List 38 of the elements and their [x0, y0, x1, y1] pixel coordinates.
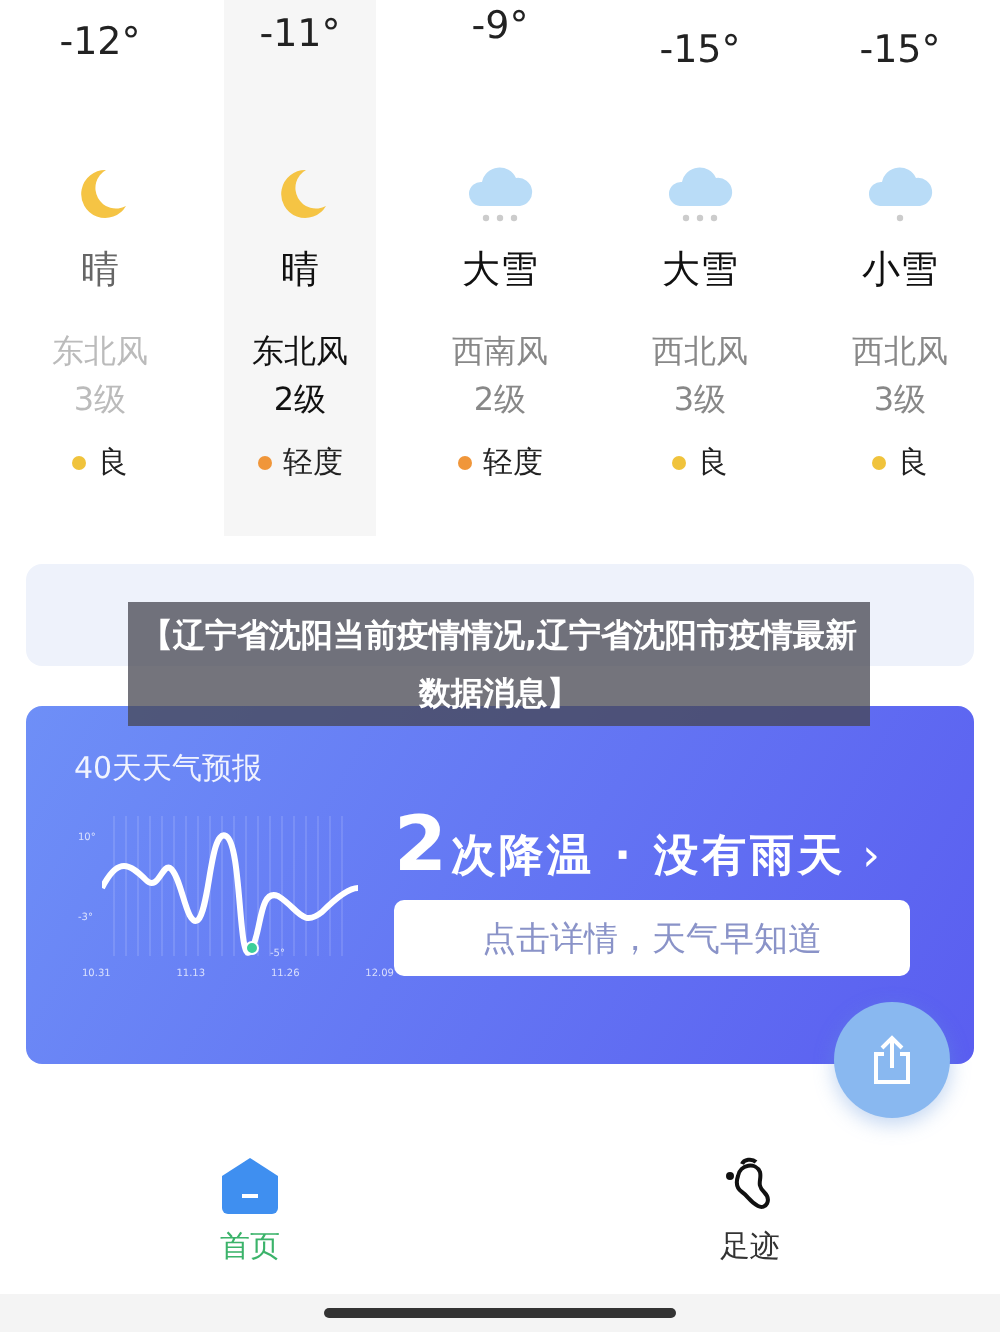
wind-level: 3级: [73, 378, 127, 422]
wind-level: 2级: [273, 378, 327, 422]
weather-condition: 小雪: [862, 246, 938, 296]
wind-direction: 西北风: [852, 330, 948, 374]
air-quality: 轻度: [283, 444, 343, 482]
wind-direction: 东北风: [252, 330, 348, 374]
weather-condition: 大雪: [662, 246, 738, 296]
temperature: -15°: [859, 26, 941, 76]
wind-level: 2级: [473, 378, 527, 422]
snow-cloud-icon: [666, 162, 734, 226]
temperature: -11°: [259, 10, 341, 60]
home-icon: [220, 1156, 280, 1216]
chevron-icon: ›: [862, 832, 880, 882]
weather-condition: 晴: [281, 246, 319, 296]
temperature: -9°: [471, 2, 529, 52]
weather-condition: 大雪: [462, 246, 538, 296]
card-title: 40天天气预报: [74, 750, 265, 788]
air-quality: 良: [898, 444, 928, 482]
nav-tab[interactable]: 首页: [0, 1156, 500, 1266]
temperature: -15°: [659, 26, 741, 76]
headline: 次降温 · 没有雨天: [450, 830, 847, 886]
nav-tab[interactable]: 足迹: [500, 1156, 1000, 1266]
air-quality: 良: [98, 444, 128, 482]
snow-cloud-icon: [866, 162, 934, 226]
wind-direction: 西南风: [452, 330, 548, 374]
headline-number: 2: [394, 800, 447, 888]
wind-level: 3级: [673, 378, 727, 422]
share-button[interactable]: [834, 1002, 950, 1118]
air-quality: 良: [698, 444, 728, 482]
temperature: -12°: [59, 18, 141, 68]
wind-direction: 东北风: [52, 330, 148, 374]
weather-condition: 晴: [81, 246, 119, 296]
details-button[interactable]: 点击详情，天气早知道: [394, 900, 910, 976]
air-quality: 轻度: [483, 444, 543, 482]
title-banner: 【辽宁省沈阳当前疫情情况,辽宁省沈阳市疫情最新数据消息】: [128, 602, 870, 726]
wind-level: 3级: [873, 378, 927, 422]
wind-direction: 西北风: [652, 330, 748, 374]
snow-cloud-icon: [466, 162, 534, 226]
